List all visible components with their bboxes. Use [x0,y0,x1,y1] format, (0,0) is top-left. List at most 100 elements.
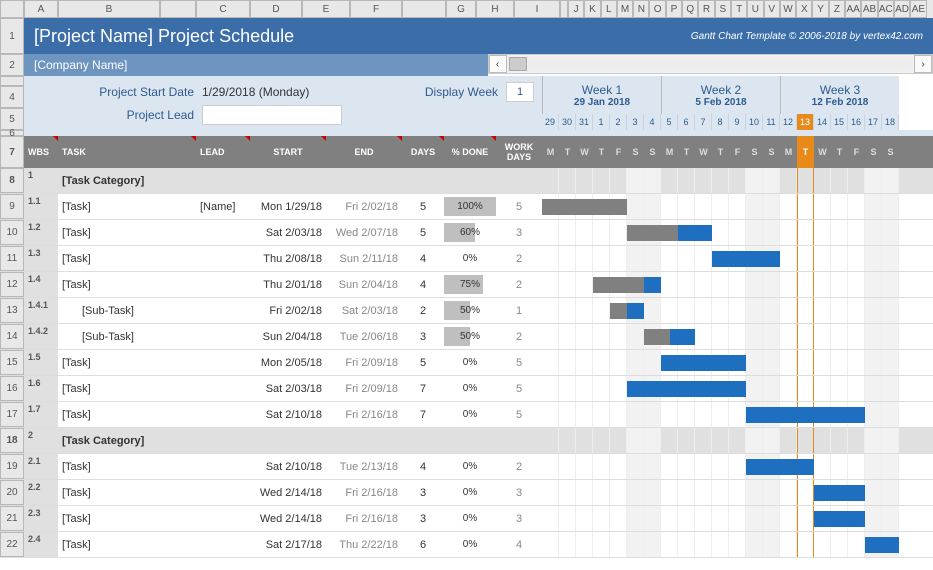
wbs-cell[interactable]: 2.1 [24,454,58,479]
wbs-cell[interactable]: 2 [24,428,58,453]
row-number[interactable]: 19 [0,454,24,479]
col-letter[interactable]: AA [845,0,861,18]
days-cell[interactable]: 4 [402,454,444,479]
workdays-cell[interactable]: 5 [496,376,542,401]
col-letter[interactable]: AD [894,0,910,18]
start-cell[interactable]: Thu 2/01/18 [250,272,326,297]
lead-cell[interactable] [196,532,250,557]
header-start[interactable]: START [250,136,326,168]
row-number[interactable] [0,76,24,86]
done-cell[interactable]: 0% [444,454,496,479]
col-letter[interactable]: Z [829,0,845,18]
row-number[interactable]: 16 [0,376,24,401]
done-cell[interactable]: 0% [444,246,496,271]
task-cell[interactable]: [Task] [58,246,196,271]
workdays-cell[interactable]: 2 [496,272,542,297]
wbs-cell[interactable]: 1.1 [24,194,58,219]
lead-cell[interactable] [196,454,250,479]
task-cell[interactable]: [Task] [58,480,196,505]
col-letter[interactable]: H [476,0,514,18]
workdays-cell[interactable]: 3 [496,480,542,505]
col-letter[interactable]: N [633,0,649,18]
col-letter[interactable]: A [24,0,58,18]
header-end[interactable]: END [326,136,402,168]
gantt-bar[interactable] [712,251,780,267]
gantt-bar[interactable] [661,355,746,371]
col-letter[interactable]: B [58,0,160,18]
col-letter[interactable]: Y [812,0,828,18]
done-cell[interactable]: 0% [444,532,496,557]
task-cell[interactable]: [Sub-Task] [58,298,196,323]
lead-cell[interactable] [196,220,250,245]
workdays-cell[interactable]: 5 [496,402,542,427]
days-cell[interactable]: 6 [402,532,444,557]
lead-cell[interactable] [196,402,250,427]
col-letter[interactable]: O [649,0,665,18]
days-cell[interactable]: 5 [402,194,444,219]
task-cell[interactable]: [Task] [58,532,196,557]
workdays-cell[interactable]: 1 [496,298,542,323]
task-cell[interactable]: [Task Category] [58,428,196,453]
project-start-value[interactable]: 1/29/2018 (Monday) [202,85,352,99]
week-scrollbar[interactable]: ‹ › [488,54,933,74]
lead-cell[interactable] [196,246,250,271]
done-cell[interactable]: 100% [444,194,496,219]
start-cell[interactable]: Sat 2/03/18 [250,376,326,401]
wbs-cell[interactable]: 1.4.1 [24,298,58,323]
col-letter[interactable]: F [350,0,402,18]
end-cell[interactable]: Sat 2/03/18 [326,298,402,323]
row-number[interactable]: 17 [0,402,24,427]
scroll-right-button[interactable]: › [914,55,932,73]
start-cell[interactable]: Mon 1/29/18 [250,194,326,219]
col-letter[interactable]: S [715,0,731,18]
col-letter[interactable]: R [698,0,714,18]
lead-cell[interactable] [196,506,250,531]
header-work[interactable]: WORK DAYS [496,136,542,168]
workdays-cell[interactable]: 5 [496,194,542,219]
col-letter[interactable]: D [250,0,302,18]
start-cell[interactable]: Sat 2/10/18 [250,454,326,479]
end-cell[interactable]: Fri 2/09/18 [326,350,402,375]
task-cell[interactable]: [Task] [58,376,196,401]
col-letter[interactable]: E [302,0,350,18]
end-cell[interactable]: Fri 2/16/18 [326,402,402,427]
gantt-bar[interactable] [627,381,746,397]
gantt-bar[interactable] [746,407,865,423]
col-letter[interactable]: K [584,0,600,18]
wbs-cell[interactable]: 1.4.2 [24,324,58,349]
end-cell[interactable]: Sun 2/11/18 [326,246,402,271]
start-cell[interactable]: Mon 2/05/18 [250,350,326,375]
start-cell[interactable]: Sat 2/17/18 [250,532,326,557]
lead-cell[interactable] [196,298,250,323]
gantt-bar[interactable] [627,225,712,241]
wbs-cell[interactable]: 2.2 [24,480,58,505]
row-number[interactable]: 7 [0,136,24,168]
start-cell[interactable]: Sat 2/03/18 [250,220,326,245]
row-number[interactable]: 4 [0,86,24,108]
header-days[interactable]: DAYS [402,136,444,168]
row-number[interactable]: 18 [0,428,24,453]
workdays-cell[interactable]: 2 [496,324,542,349]
end-cell[interactable]: Sun 2/04/18 [326,272,402,297]
task-cell[interactable]: [Sub-Task] [58,324,196,349]
col-letter[interactable] [560,0,568,18]
gantt-bar[interactable] [814,511,865,527]
days-cell[interactable]: 4 [402,272,444,297]
days-cell[interactable]: 3 [402,506,444,531]
done-cell[interactable]: 0% [444,376,496,401]
end-cell[interactable]: Fri 2/16/18 [326,506,402,531]
gantt-bar[interactable] [746,459,814,475]
header-wbs[interactable]: WBS [24,136,58,168]
col-letter[interactable]: V [764,0,780,18]
task-cell[interactable]: [Task] [58,350,196,375]
col-letter[interactable]: U [747,0,763,18]
done-cell[interactable]: 0% [444,402,496,427]
wbs-cell[interactable]: 1.2 [24,220,58,245]
lead-cell[interactable] [196,480,250,505]
row-number[interactable]: 13 [0,298,24,323]
gantt-bar[interactable] [610,303,644,319]
workdays-cell[interactable]: 5 [496,350,542,375]
col-letter[interactable] [160,0,196,18]
lead-cell[interactable]: [Name] [196,194,250,219]
col-letter[interactable] [402,0,446,18]
